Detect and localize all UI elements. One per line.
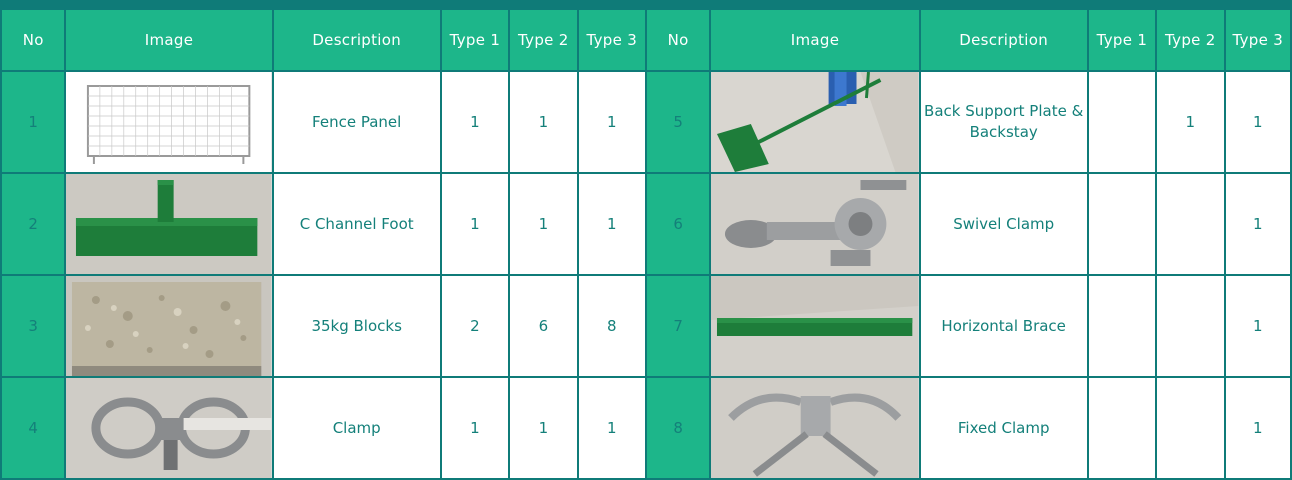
item-number: 5 (644, 70, 712, 174)
table-row: 2 C Channel Foot 1 1 1 6 Swivel Clamp 1 (0, 172, 1292, 276)
type-2-qty: 1 (508, 70, 579, 174)
item-description: C Channel Foot (271, 172, 442, 276)
item-number: 4 (0, 376, 67, 480)
item-description: Fixed Clamp (918, 376, 1089, 480)
header-type-1: Type 1 (1086, 8, 1158, 72)
item-number: 7 (644, 274, 712, 378)
item-number: 3 (0, 274, 67, 378)
type-2-qty (1155, 376, 1226, 480)
fixed-clamp-image (709, 376, 921, 480)
header-type-1: Type 1 (439, 8, 511, 72)
header-image: Image (64, 8, 274, 72)
type-3-qty: 1 (1223, 70, 1292, 174)
type-3-qty: 1 (1223, 376, 1292, 480)
parts-table: No Image Description Type 1 Type 2 Type … (0, 8, 1292, 480)
header-description: Description (271, 8, 442, 72)
type-1-qty (1086, 70, 1158, 174)
type-2-qty (1155, 172, 1226, 276)
type-1-qty (1086, 274, 1158, 378)
type-3-qty: 1 (576, 376, 647, 480)
clamp-image (64, 376, 274, 480)
header-no: No (644, 8, 712, 72)
item-number: 8 (644, 376, 712, 480)
type-2-qty (1155, 274, 1226, 378)
item-description: Back Support Plate & Backstay (918, 70, 1089, 174)
type-3-qty: 8 (576, 274, 647, 378)
header-image: Image (709, 8, 921, 72)
type-1-qty: 1 (439, 172, 511, 276)
type-1-qty (1086, 172, 1158, 276)
type-3-qty: 1 (1223, 172, 1292, 276)
header-type-2: Type 2 (508, 8, 579, 72)
header-no: No (0, 8, 67, 72)
type-1-qty: 1 (439, 70, 511, 174)
table-row: 1 Fence Panel 1 1 1 5 Back Support Plate… (0, 70, 1292, 174)
type-3-qty: 1 (576, 70, 647, 174)
type-2-qty: 6 (508, 274, 579, 378)
type-1-qty: 2 (439, 274, 511, 378)
header-type-3: Type 3 (576, 8, 647, 72)
swivel-clamp-image (709, 172, 921, 276)
type-3-qty: 1 (1223, 274, 1292, 378)
header-type-3: Type 3 (1223, 8, 1292, 72)
type-2-qty: 1 (508, 172, 579, 276)
item-description: Swivel Clamp (918, 172, 1089, 276)
item-description: 35kg Blocks (271, 274, 442, 378)
top-bar (0, 0, 1292, 8)
item-number: 1 (0, 70, 67, 174)
item-description: Fence Panel (271, 70, 442, 174)
type-1-qty (1086, 376, 1158, 480)
item-description: Horizontal Brace (918, 274, 1089, 378)
table-row: 4 Clamp 1 1 1 8 Fixed Clamp 1 (0, 376, 1292, 480)
item-description: Clamp (271, 376, 442, 480)
c-channel-foot-image (64, 172, 274, 276)
header-description: Description (918, 8, 1089, 72)
horizontal-brace-image (709, 274, 921, 378)
type-2-qty: 1 (1155, 70, 1226, 174)
type-2-qty: 1 (508, 376, 579, 480)
header-type-2: Type 2 (1155, 8, 1226, 72)
fence-panel-image (64, 70, 274, 174)
table-row: 3 35kg Blocks 2 6 8 7 Horizontal Brace 1 (0, 274, 1292, 378)
type-1-qty: 1 (439, 376, 511, 480)
item-number: 2 (0, 172, 67, 276)
back-support-image (709, 70, 921, 174)
item-number: 6 (644, 172, 712, 276)
header-row: No Image Description Type 1 Type 2 Type … (0, 8, 1292, 72)
concrete-block-image (64, 274, 274, 378)
type-3-qty: 1 (576, 172, 647, 276)
